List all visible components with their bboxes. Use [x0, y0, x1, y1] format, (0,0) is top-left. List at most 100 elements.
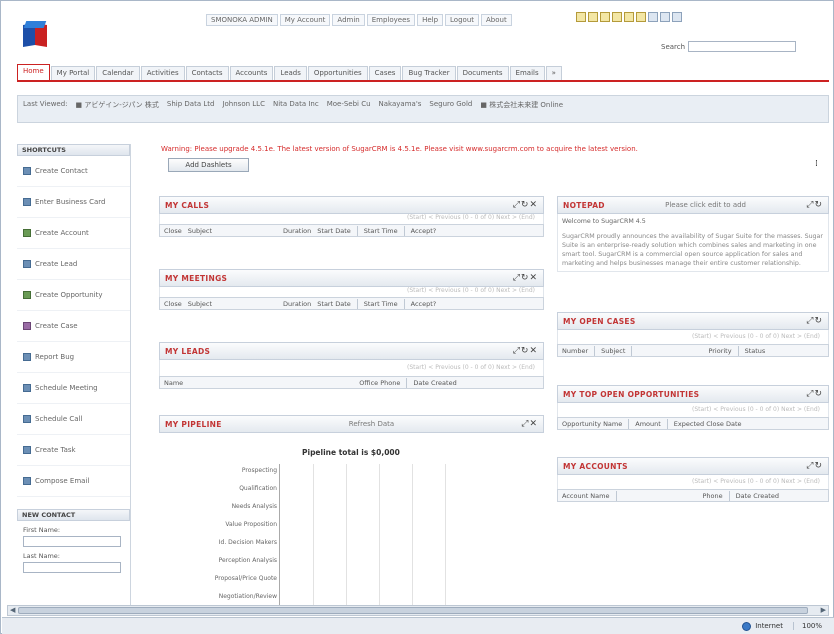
tab-bug-tracker[interactable]: Bug Tracker [402, 66, 456, 80]
tab-home[interactable]: Home [17, 64, 50, 80]
dashlet-tools-icon[interactable]: ⤢↻ [806, 461, 823, 471]
pagination[interactable]: (Start) < Previous (0 - 0 of 0) Next > (… [557, 403, 829, 417]
col-header[interactable]: Close [164, 300, 182, 308]
col-header[interactable]: Start Time [364, 300, 398, 308]
tab-accounts[interactable]: Accounts [229, 66, 274, 80]
col-header[interactable]: Close [164, 227, 182, 235]
add-dashlets-button[interactable]: Add Dashlets [168, 158, 249, 172]
col-header[interactable]: Office Phone [359, 379, 400, 387]
col-header[interactable]: Phone [703, 492, 723, 500]
last-viewed-item[interactable]: Nakayama's [379, 100, 422, 118]
tab-my-portal[interactable]: My Portal [50, 66, 96, 80]
pagination[interactable]: (Start) < Previous (0 - 0 of 0) Next > (… [557, 330, 829, 344]
dashlet-tools-icon[interactable]: ⤢↻✕ [513, 346, 538, 356]
first-name-field[interactable] [23, 536, 121, 547]
col-header[interactable]: Accept? [411, 227, 437, 235]
col-header[interactable]: Account Name [562, 492, 610, 500]
tab-activities[interactable]: Activities [140, 66, 185, 80]
last-viewed-item[interactable]: Nita Data Inc [273, 100, 319, 118]
dashlet-tools-icon[interactable]: ⤢↻ [806, 316, 823, 326]
scroll-right-icon[interactable]: ▶ [821, 606, 826, 614]
col-header[interactable]: Amount [635, 420, 661, 428]
col-header[interactable]: Expected Close Date [674, 420, 742, 428]
scroll-left-icon[interactable]: ◀ [10, 606, 15, 614]
last-viewed-item[interactable]: Johnson LLC [222, 100, 265, 118]
pagination[interactable]: (Start) < Previous (0 - 0 of 0) Next > (… [159, 214, 544, 224]
shortcut-create-account[interactable]: Create Account [17, 218, 130, 249]
tab-contacts[interactable]: Contacts [185, 66, 229, 80]
last-viewed-item[interactable]: Moe-Sebi Cu [327, 100, 371, 118]
col-header[interactable]: Accept? [411, 300, 437, 308]
last-viewed-item[interactable]: Ship Data Ltd [167, 100, 215, 118]
tab-emails[interactable]: Emails [509, 66, 545, 80]
col-header[interactable]: Opportunity Name [562, 420, 622, 428]
scrollbar-thumb[interactable] [18, 607, 808, 614]
last-name-field[interactable] [23, 562, 121, 573]
theme-swatch-icon[interactable] [576, 12, 586, 22]
font-size-icon[interactable] [672, 12, 682, 22]
last-viewed-item[interactable]: Seguro Gold [429, 100, 472, 118]
sugar-cube-logo[interactable] [23, 21, 51, 48]
theme-swatch-icon[interactable] [612, 12, 622, 22]
zoom-level[interactable]: 100% [792, 622, 822, 630]
topnav-about[interactable]: About [481, 13, 512, 26]
shortcut-business-card[interactable]: Enter Business Card [17, 187, 130, 218]
col-header[interactable]: Date Created [413, 379, 456, 387]
col-header[interactable]: Duration [283, 300, 311, 308]
shortcut-create-task[interactable]: Create Task [17, 435, 130, 466]
shortcut-create-opportunity[interactable]: Create Opportunity [17, 280, 130, 311]
theme-swatch-icon[interactable] [624, 12, 634, 22]
font-size-icon[interactable] [648, 12, 658, 22]
search-input[interactable] [688, 41, 797, 52]
theme-swatch-icon[interactable] [588, 12, 598, 22]
shortcut-create-lead[interactable]: Create Lead [17, 249, 130, 280]
shortcut-create-contact[interactable]: Create Contact [17, 156, 130, 187]
pagination[interactable]: (Start) < Previous (0 - 0 of 0) Next > (… [159, 287, 544, 297]
shortcut-schedule-meeting[interactable]: Schedule Meeting [17, 373, 130, 404]
last-viewed-item[interactable]: ■ アビゲイン-ジパン 株式 [76, 100, 159, 118]
shortcut-schedule-call[interactable]: Schedule Call [17, 404, 130, 435]
theme-swatch-icon[interactable] [600, 12, 610, 22]
dashboard-menu-icon[interactable]: ⁞ [815, 159, 818, 169]
tab-documents[interactable]: Documents [456, 66, 509, 80]
col-header[interactable]: Priority [708, 347, 731, 355]
theme-swatch-icon[interactable] [636, 12, 646, 22]
font-size-icon[interactable] [660, 12, 670, 22]
tab-leads[interactable]: Leads [274, 66, 307, 80]
col-header[interactable]: Status [745, 347, 766, 355]
topnav-employees[interactable]: Employees [366, 13, 416, 26]
dashlet-tools-icon[interactable]: ⤢↻✕ [513, 200, 538, 210]
col-header[interactable]: Number [562, 347, 588, 355]
col-header[interactable]: Subject [188, 227, 212, 235]
col-header[interactable]: Subject [601, 347, 625, 355]
shortcut-compose-email[interactable]: Compose Email [17, 466, 130, 497]
col-header[interactable]: Start Time [364, 227, 398, 235]
dashlet-tools-icon[interactable]: ⤢↻✕ [513, 273, 538, 283]
topnav-my-account[interactable]: My Account [279, 13, 331, 26]
tab-more[interactable]: » [545, 66, 562, 80]
col-header[interactable]: Start Date [317, 300, 350, 308]
refresh-link[interactable]: Refresh Data [349, 420, 394, 428]
dashlet-tools-icon[interactable]: ⤢↻ [806, 200, 823, 210]
tab-cases[interactable]: Cases [368, 66, 402, 80]
topnav-user[interactable]: SMONOKA ADMIN [206, 13, 278, 26]
topnav-help[interactable]: Help [417, 13, 444, 26]
tab-calendar[interactable]: Calendar [96, 66, 140, 80]
last-viewed-item[interactable]: ■ 株式会社未来建 Online [480, 100, 563, 118]
horizontal-scrollbar[interactable]: ◀ ▶ [7, 605, 829, 616]
tab-opportunities[interactable]: Opportunities [307, 66, 368, 80]
col-header[interactable]: Date Created [736, 492, 779, 500]
col-header[interactable]: Duration [283, 227, 311, 235]
shortcut-create-case[interactable]: Create Case [17, 311, 130, 342]
col-header[interactable]: Subject [188, 300, 212, 308]
pagination[interactable]: (Start) < Previous (0 - 0 of 0) Next > (… [159, 360, 544, 376]
notepad-body[interactable]: Welcome to SugarCRM 4.5 SugarCRM proudly… [557, 214, 829, 272]
pagination[interactable]: (Start) < Previous (0 - 0 of 0) Next > (… [557, 475, 829, 489]
topnav-logout[interactable]: Logout [445, 13, 479, 26]
col-header[interactable]: Start Date [317, 227, 350, 235]
shortcut-report-bug[interactable]: Report Bug [17, 342, 130, 373]
dashlet-tools-icon[interactable]: ⤢↻ [806, 389, 823, 399]
topnav-admin[interactable]: Admin [332, 13, 365, 26]
dashlet-tools-icon[interactable]: ⤢✕ [521, 419, 538, 429]
col-header[interactable]: Name [164, 379, 183, 387]
